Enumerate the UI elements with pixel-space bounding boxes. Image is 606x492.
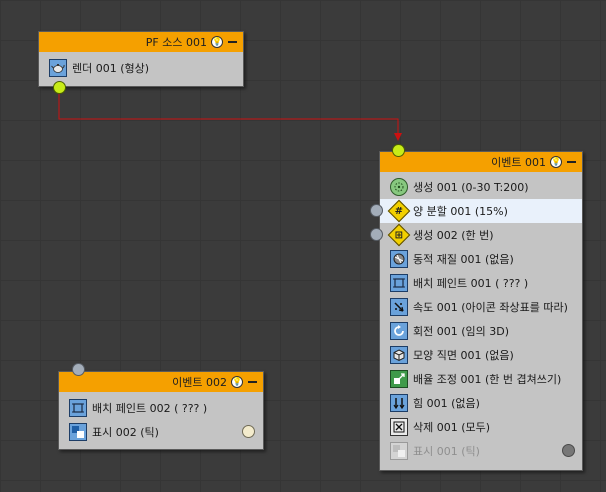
shape-facing-icon (390, 346, 408, 364)
operator-label: 생성 001 (0-30 T:200) (413, 181, 529, 194)
operator-label: 표시 001 (틱) (413, 445, 480, 458)
node-title: 이벤트 001 (491, 156, 546, 169)
spawn-output-socket[interactable] (370, 228, 383, 241)
operator-label: 동적 재질 001 (없음) (413, 253, 514, 266)
operator-render[interactable]: 렌더 001 (형상) (39, 56, 243, 80)
display-color-swatch[interactable] (242, 425, 255, 438)
operator-shape-facing[interactable]: 모양 직면 001 (없음) (380, 343, 582, 367)
node-header[interactable]: 이벤트 002 💡 (59, 372, 263, 392)
event-002-node[interactable]: 이벤트 002 💡 배치 페인트 002 ( ??? ) 표시 002 (틱) (58, 371, 264, 450)
operator-display[interactable]: 표시 002 (틱) (59, 420, 263, 444)
split-amount-output-socket[interactable] (370, 204, 383, 217)
operator-label: 배율 조정 001 (한 번 겹쳐쓰기) (413, 373, 562, 386)
position-paint-icon (390, 274, 408, 292)
operator-spawn[interactable]: ⊞ 생성 002 (한 번) (380, 223, 582, 247)
operator-birth[interactable]: 생성 001 (0-30 T:200) (380, 175, 582, 199)
display-icon (69, 423, 87, 441)
operator-label: 삭제 001 (모두) (413, 421, 491, 434)
split-amount-icon: # (387, 199, 411, 223)
minimize-icon[interactable] (228, 41, 237, 43)
material-dynamic-icon (390, 250, 408, 268)
operator-label: 배치 페인트 002 ( ??? ) (92, 402, 208, 415)
position-paint-icon (69, 399, 87, 417)
operator-delete[interactable]: 삭제 001 (모두) (380, 415, 582, 439)
minimize-icon[interactable] (248, 381, 257, 383)
operator-display[interactable]: 표시 001 (틱) (380, 439, 582, 463)
event1-input-socket[interactable] (392, 144, 405, 157)
operator-label: 생성 002 (한 번) (413, 229, 494, 242)
event-001-node[interactable]: 이벤트 001 💡 생성 001 (0-30 T:200) # 양 분할 001… (379, 151, 583, 471)
lightbulb-icon[interactable]: 💡 (231, 376, 243, 388)
spawn-icon: ⊞ (387, 223, 411, 247)
lightbulb-icon[interactable]: 💡 (550, 156, 562, 168)
teapot-icon (49, 59, 67, 77)
source-output-socket[interactable] (53, 81, 66, 94)
operator-label: 모양 직면 001 (없음) (413, 349, 514, 362)
operator-label: 힘 001 (없음) (413, 397, 480, 410)
display-color-swatch[interactable] (562, 444, 575, 457)
operator-position-paint[interactable]: 배치 페인트 002 ( ??? ) (59, 396, 263, 420)
display-icon (390, 442, 408, 460)
operator-rotation[interactable]: 회전 001 (임의 3D) (380, 319, 582, 343)
operator-material-dynamic[interactable]: 동적 재질 001 (없음) (380, 247, 582, 271)
operator-label: 속도 001 (아이콘 좌상표를 따라) (413, 301, 568, 314)
rotation-icon (390, 322, 408, 340)
operator-split-amount[interactable]: # 양 분할 001 (15%) (380, 199, 582, 223)
node-title: PF 소스 001 (145, 36, 207, 49)
pf-source-node[interactable]: PF 소스 001 💡 렌더 001 (형상) (38, 31, 244, 87)
operator-force[interactable]: 힘 001 (없음) (380, 391, 582, 415)
operator-label: 렌더 001 (형상) (72, 62, 150, 75)
operator-label: 표시 002 (틱) (92, 426, 159, 439)
node-title: 이벤트 002 (172, 376, 227, 389)
minimize-icon[interactable] (567, 161, 576, 163)
operator-label: 배치 페인트 001 ( ??? ) (413, 277, 529, 290)
force-icon (390, 394, 408, 412)
lightbulb-icon[interactable]: 💡 (211, 36, 223, 48)
speed-icon (390, 298, 408, 316)
operator-speed[interactable]: 속도 001 (아이콘 좌상표를 따라) (380, 295, 582, 319)
birth-icon (390, 178, 408, 196)
operator-label: 양 분할 001 (15%) (413, 205, 508, 218)
event2-input-socket[interactable] (72, 363, 85, 376)
delete-icon (390, 418, 408, 436)
node-header[interactable]: PF 소스 001 💡 (39, 32, 243, 52)
node-header[interactable]: 이벤트 001 💡 (380, 152, 582, 172)
operator-position-paint[interactable]: 배치 페인트 001 ( ??? ) (380, 271, 582, 295)
scale-icon (390, 370, 408, 388)
operator-label: 회전 001 (임의 3D) (413, 325, 510, 338)
operator-scale[interactable]: 배율 조정 001 (한 번 겹쳐쓰기) (380, 367, 582, 391)
